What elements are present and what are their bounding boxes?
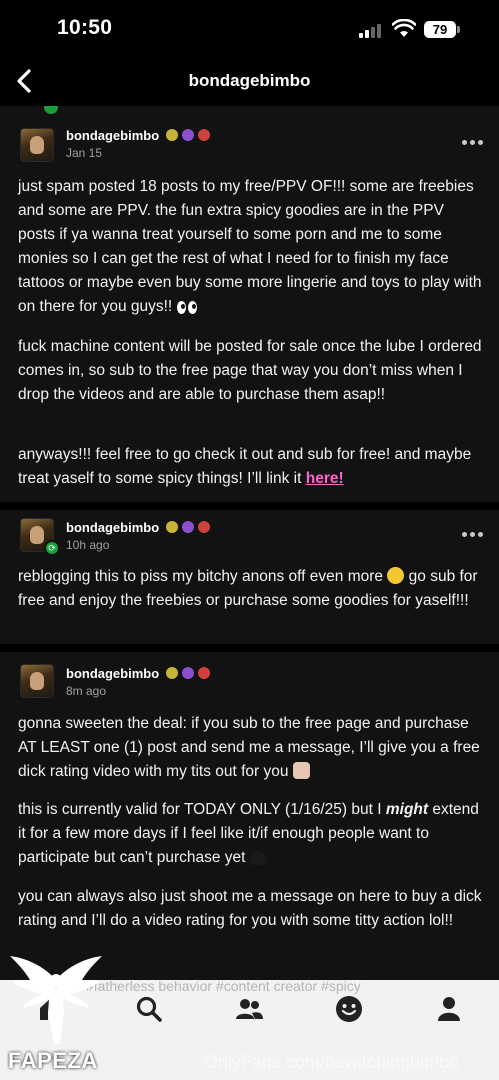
post-divider: [0, 644, 499, 652]
username[interactable]: bondagebimbo: [66, 520, 159, 535]
here-link[interactable]: here!: [306, 470, 344, 487]
user-badges: [166, 667, 214, 681]
badge-icon: [166, 667, 178, 679]
shrug-emoji-icon: [292, 762, 310, 779]
search-icon[interactable]: [134, 994, 164, 1024]
nav-bar: bondagebimbo: [0, 58, 499, 106]
post-paragraph: fuck machine content will be posted for …: [18, 338, 482, 403]
avatar[interactable]: [20, 664, 54, 698]
post-paragraph: this is currently valid for TODAY ONLY (…: [18, 801, 479, 866]
wifi-icon: [392, 19, 416, 37]
badge-icon: [166, 129, 178, 141]
badge-icon: [182, 129, 194, 141]
profile-icon[interactable]: [434, 994, 464, 1024]
post-paragraph: anyways!!! feel free to go check it out …: [18, 446, 472, 487]
status-time: 10:50: [57, 16, 113, 39]
battery-indicator: 79: [424, 21, 456, 38]
post-paragraph: reblogging this to piss my bitchy anons …: [18, 567, 478, 609]
badge-icon: [182, 521, 194, 533]
watermark: OnlyFans.com/bewitchingbimbo: [204, 1052, 460, 1072]
badge-icon: [166, 521, 178, 533]
reblog-header: bondagebimbo 8m ago: [0, 652, 499, 712]
post-timestamp: 8m ago: [66, 684, 107, 698]
post-timestamp: 10h ago: [66, 538, 110, 552]
avatar[interactable]: [20, 128, 54, 162]
battery-tip: [457, 26, 460, 33]
post-paragraph: just spam posted 18 posts to my free/PPV…: [18, 178, 482, 315]
post-paragraph: gonna sweeten the deal: if you sub to th…: [18, 715, 480, 780]
post-thread[interactable]: bondagebimbo Jan 15 just spam posted 18 …: [0, 106, 499, 980]
status-bar: 10:50 79: [0, 0, 499, 58]
more-options-icon[interactable]: [462, 132, 486, 145]
post-divider: [0, 502, 499, 510]
fapeza-logo-text: FAPEZA: [8, 1048, 98, 1073]
reblog-icon: ⟳: [44, 540, 60, 556]
username[interactable]: bondagebimbo: [66, 666, 159, 681]
badge-icon: [198, 129, 210, 141]
eyes-emoji-icon: [176, 301, 186, 314]
badge-icon: [198, 521, 210, 533]
username[interactable]: bondagebimbo: [66, 128, 159, 143]
people-icon[interactable]: [234, 994, 264, 1024]
badge-icon: [182, 667, 194, 679]
more-options-icon[interactable]: [462, 524, 486, 537]
page-title: bondagebimbo: [188, 71, 311, 90]
user-badges: [166, 521, 214, 535]
post-paragraph: you can always also just shoot me a mess…: [18, 888, 482, 929]
black-heart-emoji-icon: [249, 851, 266, 865]
signal-icon: [359, 24, 385, 38]
post-timestamp: Jan 15: [66, 146, 103, 160]
badge-icon: [198, 667, 210, 679]
post-header: bondagebimbo Jan 15: [0, 122, 499, 182]
eyes-emoji-icon: [187, 301, 197, 314]
laughing-emoji-icon: [387, 567, 405, 584]
smile-icon[interactable]: [334, 994, 364, 1024]
fapeza-logo: [10, 956, 102, 1044]
tags-peek[interactable]: #fatherless behavior #content creator #s…: [86, 978, 361, 994]
reblog-header: ⟳ bondagebimbo 10h ago: [0, 510, 499, 570]
reblog-indicator-peek: [44, 106, 58, 114]
user-badges: [166, 129, 214, 143]
